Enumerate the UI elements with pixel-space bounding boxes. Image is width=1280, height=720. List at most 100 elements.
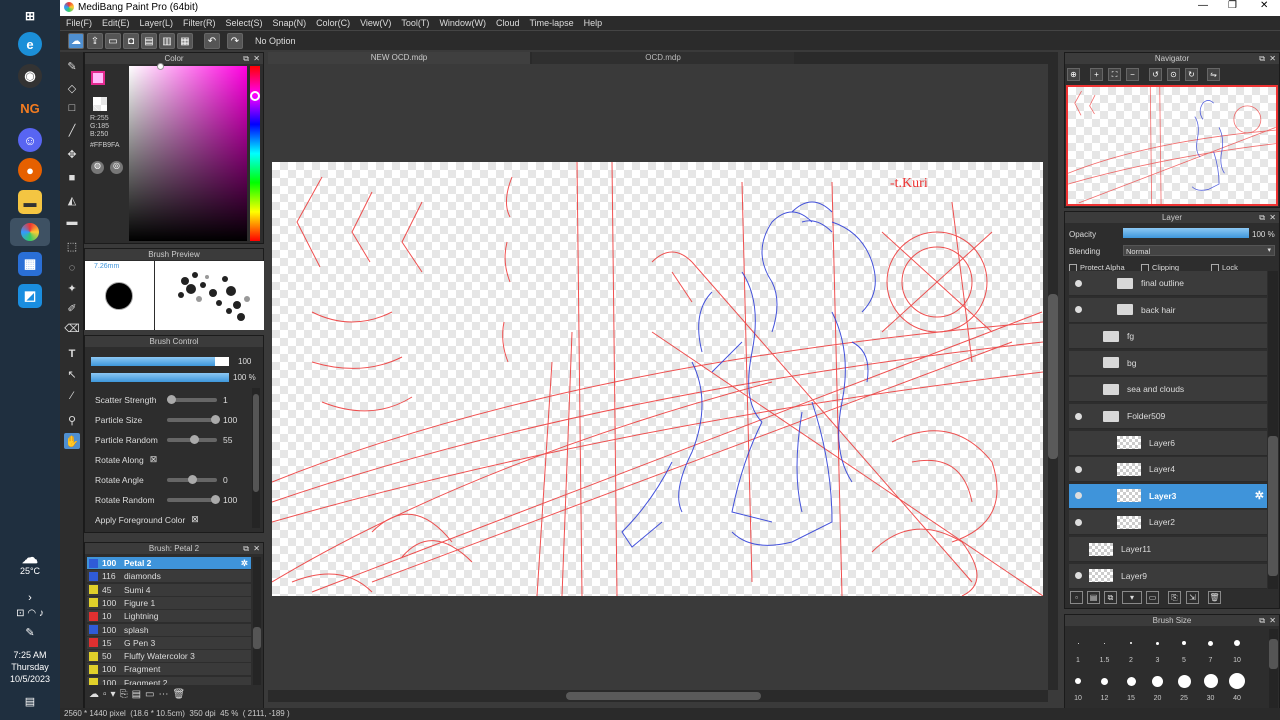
zoom-in-icon[interactable]: + [1090,68,1103,81]
rotate-left-icon[interactable]: ↺ [1149,68,1162,81]
brush-param-row[interactable]: Particle Random 55 [95,433,253,446]
layer-row[interactable]: Layer11 [1069,537,1267,562]
canvas-vertical-scrollbar[interactable] [1048,64,1058,690]
brush-size-scrollbar[interactable] [1269,629,1278,713]
visibility-icon[interactable] [1075,492,1082,500]
page-icon[interactable]: ▥ [159,33,175,49]
shape-tool-icon[interactable]: □ [64,100,80,116]
lasso-tool-icon[interactable]: ◌ [64,260,80,276]
scroll-thumb[interactable] [1269,639,1278,669]
hand-tool-icon[interactable]: ✋ [64,433,80,449]
brush-size-preset[interactable]: 25 [1171,667,1197,702]
layer-row[interactable]: Layer6 [1069,430,1267,456]
visibility-icon[interactable] [1075,306,1082,314]
close-panel-icon[interactable]: ✕ [1269,212,1276,223]
dot-tool-icon[interactable]: ╱ [64,122,80,138]
brush-list-item[interactable]: 100 Figure 1 [87,596,251,610]
zoom-fit-icon[interactable]: ⊕ [1067,68,1080,81]
scroll-thumb[interactable] [253,627,261,649]
windows-start-icon[interactable]: ⊞ [18,4,42,28]
brush-folder-icon[interactable]: ▭ [145,689,154,703]
brush-opacity-bar[interactable] [91,373,229,382]
brush-size-preset[interactable]: 5 [1171,629,1197,664]
gear-icon[interactable]: ✲ [1255,489,1264,502]
brush-list-item[interactable]: 100 Fragment [87,663,251,677]
brush-size-value[interactable]: 100 [238,357,251,366]
brush-list-scrollbar[interactable] [253,557,261,685]
menu-select[interactable]: Select(S) [226,18,263,28]
brush-list-item[interactable]: 116 diamonds [87,570,251,584]
calculator-icon[interactable]: ▦ [18,252,42,276]
text-tool-icon[interactable]: T [64,346,80,362]
photos-icon[interactable]: ◩ [18,284,42,308]
color-palette-icon[interactable]: ◎ [110,161,123,174]
undo-icon[interactable]: ↶ [204,33,220,49]
brush-param-row[interactable]: Scatter Strength 1 [95,393,253,406]
scroll-thumb[interactable] [1048,294,1058,459]
brush-size-preset[interactable]: 30 [1198,667,1224,702]
brush-size-preset[interactable]: 3 [1145,629,1171,664]
visibility-icon[interactable] [1075,279,1082,287]
new-halftone-layer-icon[interactable]: ▤ [1087,591,1100,604]
new-folder-icon[interactable]: ▭ [1146,591,1159,604]
brush-more-icon[interactable]: ⋯ [158,689,168,703]
brush-tool-icon[interactable]: ✎ [64,58,80,74]
newgrounds-icon[interactable]: NG [18,96,42,120]
slider-knob[interactable] [211,415,220,424]
picker-cursor[interactable] [157,63,164,70]
minimize-icon[interactable]: — [1198,0,1208,11]
document-icon[interactable]: ▤ [141,33,157,49]
fit-window-icon[interactable]: ⛶ [1108,68,1121,81]
brush-param-row[interactable]: Rotate Random 100 [95,493,253,506]
brush-param-slider[interactable] [167,435,217,444]
layer-row[interactable]: Layer9 [1069,563,1267,589]
layer-row[interactable]: Layer3 ✲ [1069,483,1267,509]
delete-layer-icon[interactable]: 🗑 [1208,591,1221,604]
brush-control-scrollbar[interactable] [252,388,260,528]
slider-knob[interactable] [188,475,197,484]
copy-layer-icon[interactable]: ⎘ [1168,591,1181,604]
flip-horizontal-icon[interactable]: ⇋ [1207,68,1220,81]
visibility-icon[interactable] [1075,412,1082,420]
discord-icon[interactable]: ☺ [18,128,42,152]
menu-color[interactable]: Color(C) [316,18,350,28]
close-icon[interactable]: ✕ [1260,0,1268,11]
close-panel-icon[interactable]: ✕ [1269,53,1276,64]
close-panel-icon[interactable]: ✕ [1269,615,1276,626]
divide-tool-icon[interactable]: ⁄ [64,388,80,404]
rotate-right-icon[interactable]: ↻ [1185,68,1198,81]
brush-size-preset[interactable]: 10 [1224,629,1250,664]
menu-cloud[interactable]: Cloud [496,18,520,28]
brush-list-item[interactable]: 15 G Pen 3 [87,636,251,650]
undock-icon[interactable]: ⧉ [243,53,249,64]
brush-opacity-value[interactable]: 100 % [233,373,256,382]
brush-param-slider[interactable] [167,475,217,484]
undock-icon[interactable]: ⧉ [1259,53,1265,64]
add-brush-menu-icon[interactable]: ▾ [111,689,116,703]
brush-size-preset[interactable]: 15 [1118,667,1144,702]
gradient-tool-icon[interactable]: ▬ [64,214,80,230]
chevron-up-icon[interactable]: › [0,592,60,604]
menu-view[interactable]: View(V) [360,18,391,28]
edge-icon[interactable]: e [18,32,42,56]
fill-rect-tool-icon[interactable]: ■ [64,170,80,186]
brush-param-row[interactable]: Particle Size 100 [95,413,253,426]
operation-tool-icon[interactable]: ↖ [64,366,80,382]
brush-size-bar[interactable] [91,357,215,366]
scroll-thumb[interactable] [566,692,761,700]
background-color-swatch[interactable] [93,97,107,111]
visibility-icon[interactable] [1075,465,1082,473]
duplicate-layer-icon[interactable]: ⧉ [1104,591,1117,604]
brush-list-item[interactable]: 45 Sumi 4 [87,583,251,597]
hue-knob[interactable] [250,91,260,101]
pen-icon[interactable]: ✎ [0,626,60,639]
checkbox-icon[interactable]: ⊠ [191,514,199,525]
layer-row[interactable]: fg [1069,324,1267,350]
brush-list-item[interactable]: 50 Fluffy Watercolor 3 [87,650,251,664]
menu-edit[interactable]: Edit(E) [102,18,130,28]
layer-opacity-value[interactable]: 100 % [1252,230,1275,239]
clock-time[interactable]: 7:25 AM [0,650,60,660]
scroll-thumb[interactable] [253,394,259,492]
hue-slider[interactable] [250,66,260,241]
upload-icon[interactable]: ⇪ [87,33,103,49]
